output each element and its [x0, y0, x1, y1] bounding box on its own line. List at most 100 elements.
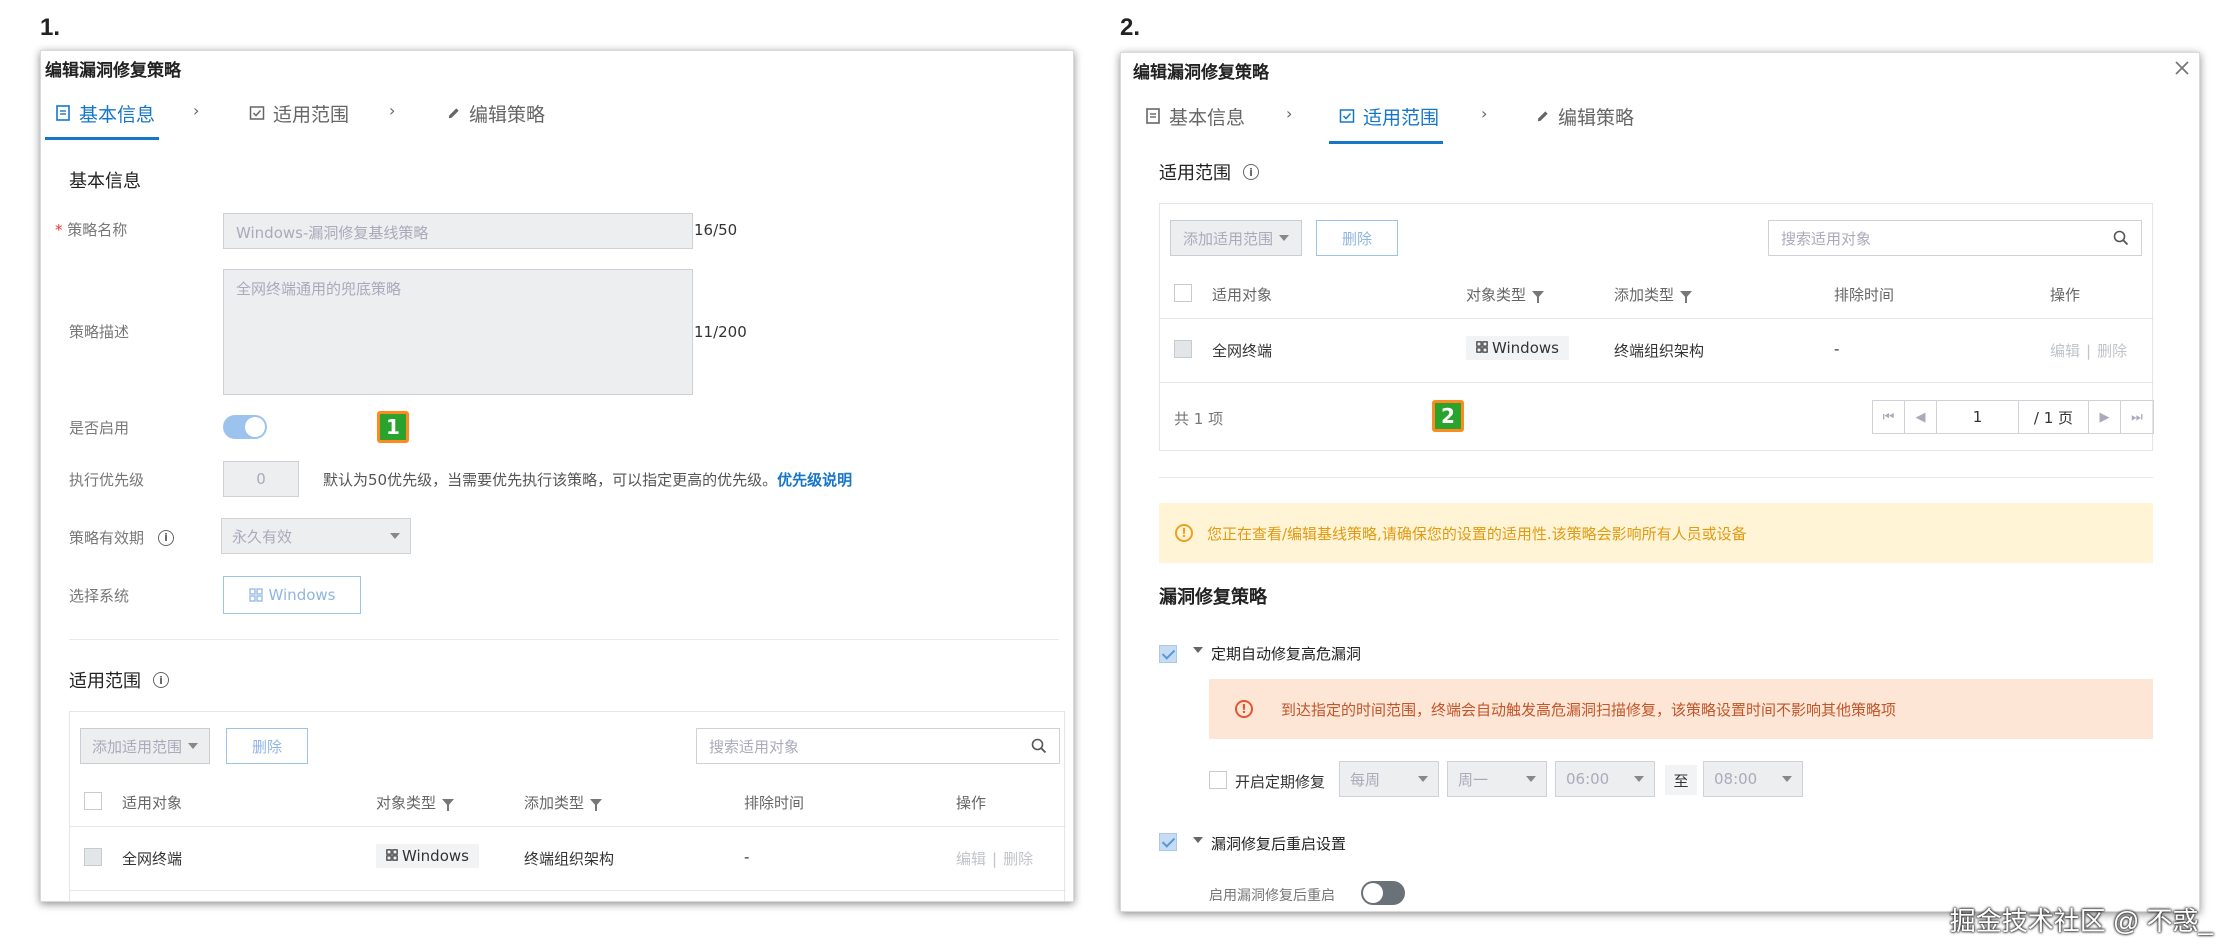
- row-type-tag: Windows: [376, 844, 479, 868]
- select-all-checkbox[interactable]: [1174, 284, 1192, 302]
- section-title-scope: 适用范围 i: [1159, 159, 1259, 185]
- priority-input[interactable]: 0: [223, 461, 299, 497]
- search-input[interactable]: 搜索适用对象: [1768, 220, 2142, 256]
- delete-button[interactable]: 删除: [1316, 220, 1398, 256]
- filter-icon: [1680, 291, 1693, 303]
- add-scope-button[interactable]: 添加适用范围: [1170, 220, 1302, 256]
- add-scope-button[interactable]: 添加适用范围: [80, 728, 210, 764]
- row-add-type: 终端组织架构: [524, 850, 615, 868]
- pencil-icon: [448, 107, 459, 118]
- delete-link[interactable]: 删除: [2097, 340, 2127, 361]
- prev-page-icon[interactable]: ◀: [1905, 401, 1937, 433]
- step-number-2: 2.: [1120, 14, 1141, 41]
- document-icon: [56, 105, 70, 121]
- priority-help-link[interactable]: 优先级说明: [777, 471, 852, 489]
- collapse-caret-icon[interactable]: [1193, 837, 1203, 843]
- header-exclude-time: 排除时间: [744, 794, 805, 812]
- collapse-caret-icon[interactable]: [1193, 647, 1203, 653]
- windows-icon: [386, 849, 398, 861]
- filter-icon: [442, 799, 455, 811]
- schedule-checkbox[interactable]: [1209, 771, 1227, 789]
- label-priority: 执行优先级: [69, 471, 145, 489]
- active-tab-indicator: [45, 137, 159, 140]
- tab-label: 编辑策略: [469, 103, 546, 126]
- scope-table: 添加适用范围 删除 搜索适用对象 适用对象 对象类型 添加类型 排除时间 操作 …: [69, 711, 1066, 901]
- reboot-checkbox[interactable]: [1159, 833, 1177, 851]
- row-exclude-time: -: [744, 848, 750, 866]
- tab-edit-policy[interactable]: 编辑策略: [446, 98, 545, 128]
- header-add-type[interactable]: 添加类型: [524, 792, 603, 813]
- tab-label: 基本信息: [79, 103, 156, 126]
- schedule-start-time-select[interactable]: 06:00: [1555, 761, 1655, 797]
- alert-icon: !: [1235, 700, 1253, 718]
- tab-label: 适用范围: [273, 103, 350, 126]
- row-checkbox[interactable]: [84, 848, 102, 866]
- pencil-icon: [1537, 110, 1548, 121]
- last-page-icon[interactable]: ⏭: [2121, 401, 2153, 433]
- tab-label: 编辑策略: [1558, 106, 1635, 129]
- schedule-day-select[interactable]: 周一: [1447, 761, 1547, 797]
- validity-select[interactable]: 永久有效: [221, 518, 411, 554]
- header-add-type[interactable]: 添加类型: [1614, 284, 1693, 305]
- tab-basic-info[interactable]: 基本信息: [1145, 101, 1245, 131]
- windows-icon: [1476, 341, 1488, 353]
- select-all-checkbox[interactable]: [84, 792, 102, 810]
- tab-scope[interactable]: 适用范围: [1339, 101, 1439, 131]
- system-windows-button[interactable]: Windows: [223, 576, 361, 614]
- tab-edit-policy[interactable]: 编辑策略: [1535, 101, 1634, 131]
- auto-fix-checkbox[interactable]: [1159, 645, 1177, 663]
- first-page-icon[interactable]: ⏮: [1873, 401, 1905, 433]
- reboot-label: 漏洞修复后重启设置: [1211, 835, 1347, 853]
- header-type[interactable]: 对象类型: [1466, 284, 1545, 305]
- header-type[interactable]: 对象类型: [376, 792, 455, 813]
- row-divider: [1160, 318, 2154, 319]
- page-input[interactable]: 1: [1937, 401, 2019, 433]
- label-policy-name: * 策略名称: [55, 221, 128, 239]
- row-ops: 编辑 | 删除: [956, 848, 1034, 869]
- edit-policy-dialog-scope: 编辑漏洞修复策略 基本信息 › 适用范围 › 编辑策略 适用范围 i 添加适用范围…: [1120, 52, 2200, 912]
- step-marker-2: 2: [1432, 400, 1464, 432]
- step-marker-1: 1: [377, 411, 409, 443]
- search-icon: [1031, 738, 1047, 754]
- caret-down-icon: [1782, 776, 1792, 782]
- row-checkbox[interactable]: [1174, 340, 1192, 358]
- row-object: 全网终端: [1212, 342, 1273, 360]
- label-policy-desc: 策略描述: [69, 323, 130, 341]
- reboot-toggle[interactable]: [1361, 881, 1405, 905]
- policy-desc-textarea[interactable]: 全网终端通用的兜底策略: [223, 269, 693, 395]
- delete-link[interactable]: 删除: [1003, 848, 1033, 869]
- enable-toggle[interactable]: [223, 415, 267, 439]
- header-object: 适用对象: [122, 794, 183, 812]
- delete-button[interactable]: 删除: [226, 728, 308, 764]
- close-icon[interactable]: [2173, 59, 2191, 77]
- caret-down-icon: [1279, 235, 1289, 241]
- auto-fix-label: 定期自动修复高危漏洞: [1211, 645, 1362, 663]
- calendar-check-icon: [249, 106, 265, 120]
- edit-link[interactable]: 编辑: [2050, 340, 2080, 361]
- next-page-icon[interactable]: ▶: [2089, 401, 2121, 433]
- baseline-warning-banner: ! 您正在查看/编辑基线策略,请确保您的设置的适用性.该策略会影响所有人员或设备: [1159, 503, 2153, 563]
- step-number-1: 1.: [40, 14, 61, 41]
- search-icon: [2113, 230, 2129, 246]
- schedule-label: 开启定期修复: [1235, 773, 1326, 791]
- tab-label: 基本信息: [1169, 106, 1246, 129]
- dialog-title: 编辑漏洞修复策略: [45, 61, 181, 81]
- policy-name-input[interactable]: Windows-漏洞修复基线策略: [223, 213, 693, 249]
- tab-basic-info[interactable]: 基本信息: [55, 98, 155, 128]
- calendar-check-icon: [1339, 109, 1355, 123]
- desc-char-counter: 11/200: [694, 323, 747, 341]
- schedule-frequency-select[interactable]: 每周: [1339, 761, 1439, 797]
- row-divider: [70, 890, 1066, 891]
- schedule-end-time-select[interactable]: 08:00: [1703, 761, 1803, 797]
- chevron-right-icon: ›: [1481, 104, 1488, 123]
- tab-scope[interactable]: 适用范围: [249, 98, 349, 128]
- caret-down-icon: [390, 533, 400, 539]
- caret-down-icon: [188, 743, 198, 749]
- label-system: 选择系统: [69, 587, 130, 605]
- chevron-right-icon: ›: [389, 101, 396, 120]
- info-icon: i: [1243, 164, 1259, 180]
- row-divider: [70, 826, 1066, 827]
- caret-down-icon: [1526, 776, 1536, 782]
- edit-link[interactable]: 编辑: [956, 848, 986, 869]
- search-input[interactable]: 搜索适用对象: [696, 728, 1060, 764]
